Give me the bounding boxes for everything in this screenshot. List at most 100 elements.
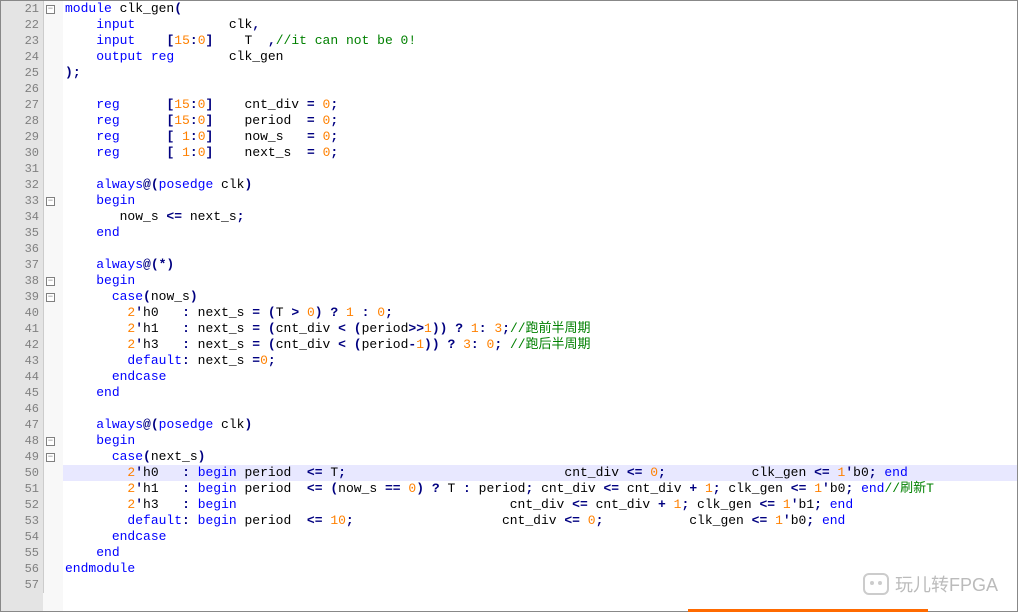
line-number: 52 — [1, 497, 39, 513]
fold-toggle-icon[interactable]: − — [46, 293, 55, 302]
line-number: 48 — [1, 433, 39, 449]
code-line[interactable]: end — [65, 225, 1017, 241]
line-number: 34 — [1, 209, 39, 225]
line-number: 25 — [1, 65, 39, 81]
fold-mark — [43, 161, 63, 177]
fold-mark — [43, 305, 63, 321]
line-number: 44 — [1, 369, 39, 385]
code-line[interactable]: 2'h1 : next_s = (cnt_div < (period>>1)) … — [65, 321, 1017, 337]
line-number: 40 — [1, 305, 39, 321]
code-line[interactable]: end — [65, 545, 1017, 561]
line-number: 36 — [1, 241, 39, 257]
code-line[interactable] — [65, 241, 1017, 257]
code-line[interactable]: case(now_s) — [65, 289, 1017, 305]
code-line[interactable]: always@(posedge clk) — [65, 177, 1017, 193]
code-line[interactable]: 2'h0 : next_s = (T > 0) ? 1 : 0; — [65, 305, 1017, 321]
code-line[interactable]: begin — [65, 433, 1017, 449]
line-number: 38 — [1, 273, 39, 289]
fold-toggle-icon[interactable]: − — [46, 277, 55, 286]
fold-mark — [43, 385, 63, 401]
watermark-text: 玩儿转FPGA — [895, 571, 998, 597]
code-area[interactable]: module clk_gen( input clk, input [15:0] … — [63, 1, 1017, 611]
code-line[interactable]: begin — [65, 193, 1017, 209]
code-line[interactable]: module clk_gen( — [65, 1, 1017, 17]
fold-mark — [43, 209, 63, 225]
code-line[interactable]: 2'h0 : begin period <= T; cnt_div <= 0; … — [63, 465, 1017, 481]
code-editor: 2122232425262728293031323334353637383940… — [0, 0, 1018, 612]
fold-toggle-icon[interactable]: − — [46, 197, 55, 206]
fold-mark — [43, 481, 63, 497]
fold-mark — [43, 257, 63, 273]
code-line[interactable]: default: begin period <= 10; cnt_div <= … — [63, 513, 1017, 529]
fold-mark — [43, 65, 63, 81]
fold-mark — [43, 545, 63, 561]
wechat-icon — [863, 573, 889, 595]
line-number: 39 — [1, 289, 39, 305]
fold-mark — [43, 241, 63, 257]
line-number: 47 — [1, 417, 39, 433]
line-number: 30 — [1, 145, 39, 161]
fold-mark — [43, 321, 63, 337]
code-line[interactable]: input [15:0] T ,//it can not be 0! — [65, 33, 1017, 49]
line-number: 56 — [1, 561, 39, 577]
line-number: 35 — [1, 225, 39, 241]
line-number: 57 — [1, 577, 39, 593]
fold-mark[interactable]: − — [43, 193, 63, 209]
line-number-gutter: 2122232425262728293031323334353637383940… — [1, 1, 43, 611]
code-line[interactable]: default: next_s =0; — [65, 353, 1017, 369]
code-line[interactable] — [65, 401, 1017, 417]
fold-mark — [43, 561, 63, 577]
fold-toggle-icon[interactable]: − — [46, 5, 55, 14]
line-number: 43 — [1, 353, 39, 369]
code-line[interactable]: reg [ 1:0] next_s = 0; — [65, 145, 1017, 161]
fold-mark[interactable]: − — [43, 449, 63, 465]
fold-mark — [43, 33, 63, 49]
fold-mark — [43, 369, 63, 385]
fold-mark[interactable]: − — [43, 289, 63, 305]
code-line[interactable] — [65, 161, 1017, 177]
code-line[interactable]: 2'h1 : begin period <= (now_s == 0) ? T … — [63, 481, 1017, 497]
code-line[interactable]: 2'h3 : next_s = (cnt_div < (period-1)) ?… — [65, 337, 1017, 353]
code-line[interactable]: input clk, — [65, 17, 1017, 33]
code-line[interactable]: endcase — [65, 529, 1017, 545]
code-line[interactable]: case(next_s) — [63, 449, 1017, 465]
fold-mark — [43, 97, 63, 113]
fold-mark — [43, 225, 63, 241]
fold-toggle-icon[interactable]: − — [46, 453, 55, 462]
line-number: 26 — [1, 81, 39, 97]
code-line[interactable]: begin — [65, 273, 1017, 289]
code-line[interactable]: always@(posedge clk) — [65, 417, 1017, 433]
code-line[interactable]: reg [ 1:0] now_s = 0; — [65, 129, 1017, 145]
fold-mark — [43, 497, 63, 513]
watermark: 玩儿转FPGA — [863, 571, 998, 597]
fold-mark — [43, 81, 63, 97]
code-line[interactable]: now_s <= next_s; — [65, 209, 1017, 225]
code-line[interactable]: ); — [65, 65, 1017, 81]
line-number: 45 — [1, 385, 39, 401]
fold-toggle-icon[interactable]: − — [46, 437, 55, 446]
fold-mark — [43, 417, 63, 433]
code-line[interactable]: endcase — [65, 369, 1017, 385]
code-line[interactable]: end — [65, 385, 1017, 401]
line-number: 41 — [1, 321, 39, 337]
line-number: 54 — [1, 529, 39, 545]
line-number: 37 — [1, 257, 39, 273]
line-number: 55 — [1, 545, 39, 561]
code-line[interactable]: reg [15:0] cnt_div = 0; — [65, 97, 1017, 113]
fold-mark — [43, 17, 63, 33]
fold-mark[interactable]: − — [43, 1, 63, 17]
line-number: 28 — [1, 113, 39, 129]
line-number: 50 — [1, 465, 39, 481]
code-line[interactable] — [65, 81, 1017, 97]
fold-mark[interactable]: − — [43, 273, 63, 289]
code-line[interactable]: output reg clk_gen — [65, 49, 1017, 65]
code-line[interactable]: 2'h3 : begin cnt_div <= cnt_div + 1; clk… — [63, 497, 1017, 513]
code-line[interactable]: reg [15:0] period = 0; — [65, 113, 1017, 129]
fold-mark — [43, 513, 63, 529]
fold-mark[interactable]: − — [43, 433, 63, 449]
fold-mark — [43, 129, 63, 145]
fold-mark — [43, 577, 63, 593]
fold-mark — [43, 465, 63, 481]
code-line[interactable]: always@(*) — [65, 257, 1017, 273]
line-number: 33 — [1, 193, 39, 209]
